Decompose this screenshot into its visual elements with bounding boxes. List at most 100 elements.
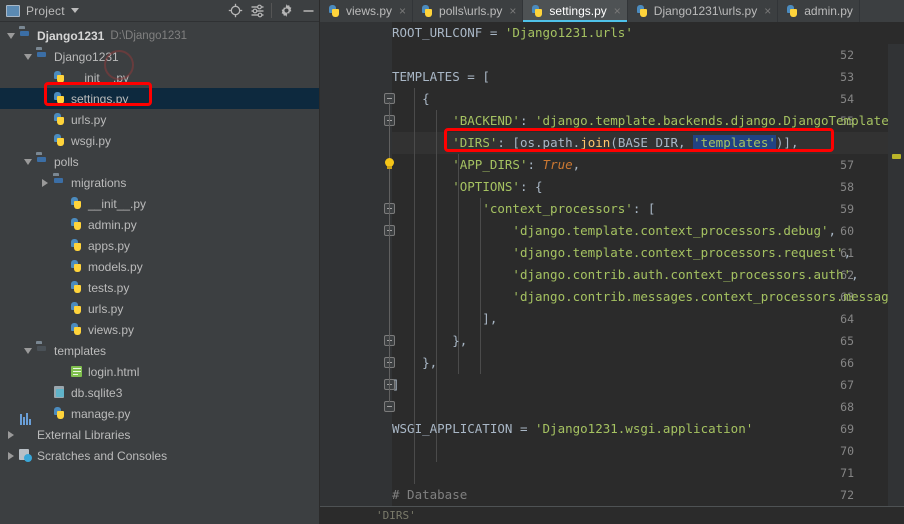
- tree-item-polls[interactable]: polls: [0, 151, 319, 172]
- tree-item-db-sqlite3[interactable]: db.sqlite3: [0, 382, 319, 403]
- code-line-59[interactable]: 'OPTIONS': {: [392, 176, 543, 198]
- tree-item-login-html[interactable]: login.html: [0, 361, 319, 382]
- tree-item---init---py[interactable]: __init__.py: [0, 67, 319, 88]
- project-panel-toolbar: [224, 0, 319, 22]
- warning-stripe-mark[interactable]: [892, 154, 901, 159]
- project-tool-window: Project Django1231D:\Django1231Django123…: [0, 0, 320, 524]
- code-line-65[interactable]: ],: [392, 308, 497, 330]
- fold-region-line-3: [389, 234, 390, 336]
- tree-item-external libraries[interactable]: External Libraries: [0, 424, 319, 445]
- editor-tab-views-py[interactable]: views.py ×: [320, 0, 413, 22]
- code-line-54[interactable]: TEMPLATES = [: [392, 66, 490, 88]
- close-tab-icon[interactable]: ×: [399, 4, 406, 18]
- tree-item-urls-py[interactable]: urls.py: [0, 298, 319, 319]
- tree-item-tests-py[interactable]: tests.py: [0, 277, 319, 298]
- twisty-collapsed-icon[interactable]: [4, 431, 18, 439]
- code-line-64[interactable]: 'django.contrib.messages.context_process…: [392, 286, 888, 308]
- code-line-62[interactable]: 'django.template.context_processors.requ…: [392, 242, 851, 264]
- editor-tab-bar[interactable]: views.py×polls\urls.py×settings.py×Djang…: [320, 0, 904, 22]
- twisty-collapsed-icon[interactable]: [4, 452, 18, 460]
- code-token: 'django.contrib.messages.context_process…: [512, 289, 888, 304]
- code-line-67[interactable]: },: [392, 352, 437, 374]
- error-stripe[interactable]: [888, 44, 904, 524]
- pycharm-window: Project Django1231D:\Django1231Django123…: [0, 0, 904, 524]
- tree-item-label: admin.py: [88, 218, 137, 232]
- tree-item-apps-py[interactable]: apps.py: [0, 235, 319, 256]
- tree-item-label: urls.py: [88, 302, 123, 316]
- close-tab-icon[interactable]: ×: [764, 4, 771, 18]
- tree-item-django1231[interactable]: Django1231: [0, 46, 319, 67]
- twisty-expanded-icon[interactable]: [21, 54, 35, 60]
- python-file-icon: [69, 196, 84, 211]
- code-token: 'APP_DIRS': [452, 157, 527, 172]
- editor-tab-label: polls\urls.py: [439, 4, 502, 18]
- code-line-73[interactable]: # Database: [392, 484, 467, 506]
- close-tab-icon[interactable]: ×: [509, 4, 516, 18]
- code-line-68[interactable]: ]: [392, 374, 400, 396]
- project-panel-title: Project: [26, 4, 65, 18]
- code-token: 'django.template.backends.django.DjangoT…: [535, 113, 888, 128]
- tree-item-migrations[interactable]: migrations: [0, 172, 319, 193]
- tree-item-settings-py[interactable]: settings.py: [0, 88, 319, 109]
- folder-icon: [35, 343, 50, 358]
- code-content[interactable]: ROOT_URLCONF = 'Django1231.urls' TEMPLATE…: [392, 22, 888, 524]
- editor-tab-admin-py[interactable]: admin.py: [778, 0, 860, 22]
- code-line-55[interactable]: {: [392, 88, 430, 110]
- code-editor[interactable]: 5253545556575859606162636465666768697071…: [320, 22, 904, 524]
- toolbar-divider: [271, 3, 272, 18]
- code-line-61[interactable]: 'django.template.context_processors.debu…: [392, 220, 836, 242]
- external-libraries-icon: [18, 427, 33, 442]
- code-line-63[interactable]: 'django.contrib.auth.context_processors.…: [392, 264, 859, 286]
- editor-tab-settings-py[interactable]: settings.py×: [523, 0, 627, 22]
- code-token: [392, 201, 482, 216]
- twisty-expanded-icon[interactable]: [4, 33, 18, 39]
- code-line-58[interactable]: 'APP_DIRS': True,: [392, 154, 580, 176]
- code-line-52[interactable]: ROOT_URLCONF = 'Django1231.urls': [392, 22, 633, 44]
- python-file-icon: [327, 4, 342, 19]
- tree-item-scratches and consoles[interactable]: Scratches and Consoles: [0, 445, 319, 466]
- collapse-all-icon[interactable]: [246, 0, 268, 22]
- tree-item-label: views.py: [88, 323, 134, 337]
- editor-tab-polls-urls-py[interactable]: polls\urls.py ×: [413, 0, 523, 22]
- python-file-icon: [785, 4, 800, 19]
- tree-item-django1231[interactable]: Django1231D:\Django1231: [0, 25, 319, 46]
- twisty-collapsed-icon[interactable]: [38, 179, 52, 187]
- settings-gear-icon[interactable]: [275, 0, 297, 22]
- code-line-60[interactable]: 'context_processors': [: [392, 198, 655, 220]
- tree-item-wsgi-py[interactable]: wsgi.py: [0, 130, 319, 151]
- code-token: 'django.contrib.auth.context_processors.…: [512, 267, 851, 282]
- editor-tab-django1231-urls-py[interactable]: Django1231\urls.py×: [628, 0, 778, 22]
- tree-item-label: templates: [54, 344, 106, 358]
- twisty-expanded-icon[interactable]: [21, 159, 35, 165]
- editor-tab-label: views.py: [346, 4, 392, 18]
- locate-icon[interactable]: [224, 0, 246, 22]
- tree-item-models-py[interactable]: models.py: [0, 256, 319, 277]
- project-file-tree[interactable]: Django1231D:\Django1231Django1231__init_…: [0, 22, 319, 466]
- hide-panel-icon[interactable]: [297, 0, 319, 22]
- tree-item-templates[interactable]: templates: [0, 340, 319, 361]
- code-line-70[interactable]: WSGI_APPLICATION = 'Django1231.wsgi.appl…: [392, 418, 753, 440]
- close-tab-icon[interactable]: ×: [614, 4, 621, 18]
- chevron-down-icon[interactable]: [71, 8, 79, 13]
- tree-item-urls-py[interactable]: urls.py: [0, 109, 319, 130]
- code-line-57[interactable]: 'DIRS': [os.path.join(BASE_DIR, 'templat…: [392, 132, 798, 154]
- python-file-icon: [69, 238, 84, 253]
- tree-item-manage-py[interactable]: manage.py: [0, 403, 319, 424]
- tree-item---init---py[interactable]: __init__.py: [0, 193, 319, 214]
- tree-item-views-py[interactable]: views.py: [0, 319, 319, 340]
- tree-item-label: Scratches and Consoles: [37, 449, 167, 463]
- tree-item-admin-py[interactable]: admin.py: [0, 214, 319, 235]
- python-file-icon: [52, 112, 67, 127]
- twisty-expanded-icon[interactable]: [21, 348, 35, 354]
- editor-gutter[interactable]: [320, 22, 392, 524]
- code-line-66[interactable]: },: [392, 330, 467, 352]
- tree-item-label: login.html: [88, 365, 139, 379]
- code-token: [392, 179, 452, 194]
- code-token: {: [392, 91, 430, 106]
- code-token: [392, 245, 512, 260]
- code-token: : {: [520, 179, 543, 194]
- code-line-56[interactable]: 'BACKEND': 'django.template.backends.dja…: [392, 110, 888, 132]
- tree-item-label: __init__.py: [88, 197, 146, 211]
- tree-item-label: settings.py: [71, 92, 128, 106]
- code-token: os: [520, 135, 535, 150]
